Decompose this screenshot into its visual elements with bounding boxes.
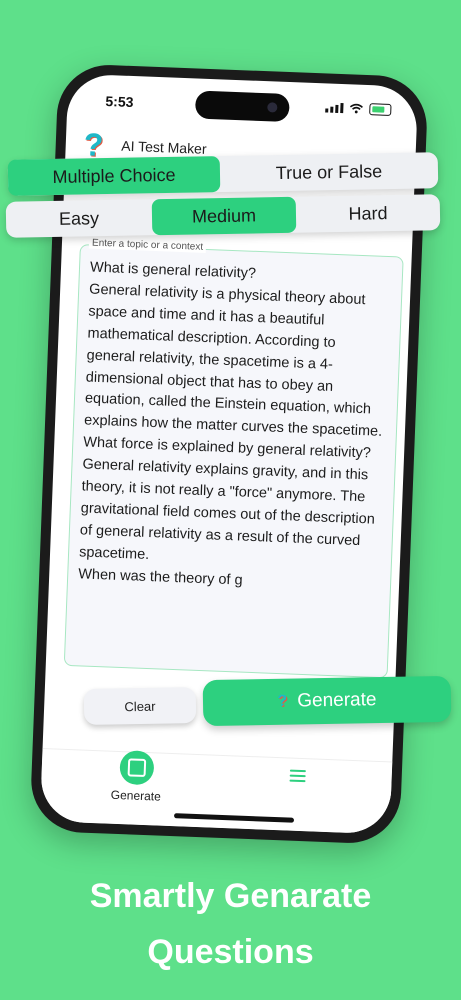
difficulty-selector: Easy Medium Hard <box>5 194 441 238</box>
topic-input[interactable]: Enter a topic or a context What is gener… <box>63 237 404 679</box>
wifi-icon <box>349 103 363 114</box>
app-title: AI Test Maker <box>120 137 207 157</box>
list-icon[interactable] <box>289 767 306 786</box>
option-true-or-false[interactable]: True or False <box>220 152 439 192</box>
status-bar: 5:53 <box>67 74 418 131</box>
option-easy[interactable]: Easy <box>6 199 153 238</box>
promo-headline: Smartly Genarate Questions <box>0 868 461 980</box>
edit-icon[interactable] <box>119 750 155 786</box>
tab-generate[interactable]: Generate <box>93 749 181 804</box>
bottom-tab-bar: Generate <box>39 748 393 835</box>
signal-icon <box>325 102 344 114</box>
camera-icon <box>267 102 278 113</box>
generate-button[interactable]: ? Generate <box>202 675 452 727</box>
dynamic-island <box>194 90 290 123</box>
option-hard[interactable]: Hard <box>296 194 441 233</box>
headline-line-2: Questions <box>147 933 314 971</box>
option-multiple-choice[interactable]: Multiple Choice <box>7 156 221 196</box>
topic-input-value[interactable]: What is general relativity? General rela… <box>78 258 390 598</box>
clear-button[interactable]: Clear <box>83 687 197 725</box>
question-mark-icon: ? <box>83 126 105 163</box>
question-mark-icon: ? <box>277 692 288 710</box>
tab-generate-label: Generate <box>110 787 162 804</box>
status-time: 5:53 <box>105 93 134 111</box>
generate-button-label: Generate <box>297 689 377 712</box>
system-icons <box>325 101 392 116</box>
question-type-selector: Multiple Choice True or False <box>7 152 439 196</box>
option-medium[interactable]: Medium <box>151 196 297 236</box>
battery-icon <box>369 103 392 116</box>
headline-line-1: Smartly Genarate <box>89 877 372 915</box>
topic-input-label: Enter a topic or a context <box>88 237 207 253</box>
